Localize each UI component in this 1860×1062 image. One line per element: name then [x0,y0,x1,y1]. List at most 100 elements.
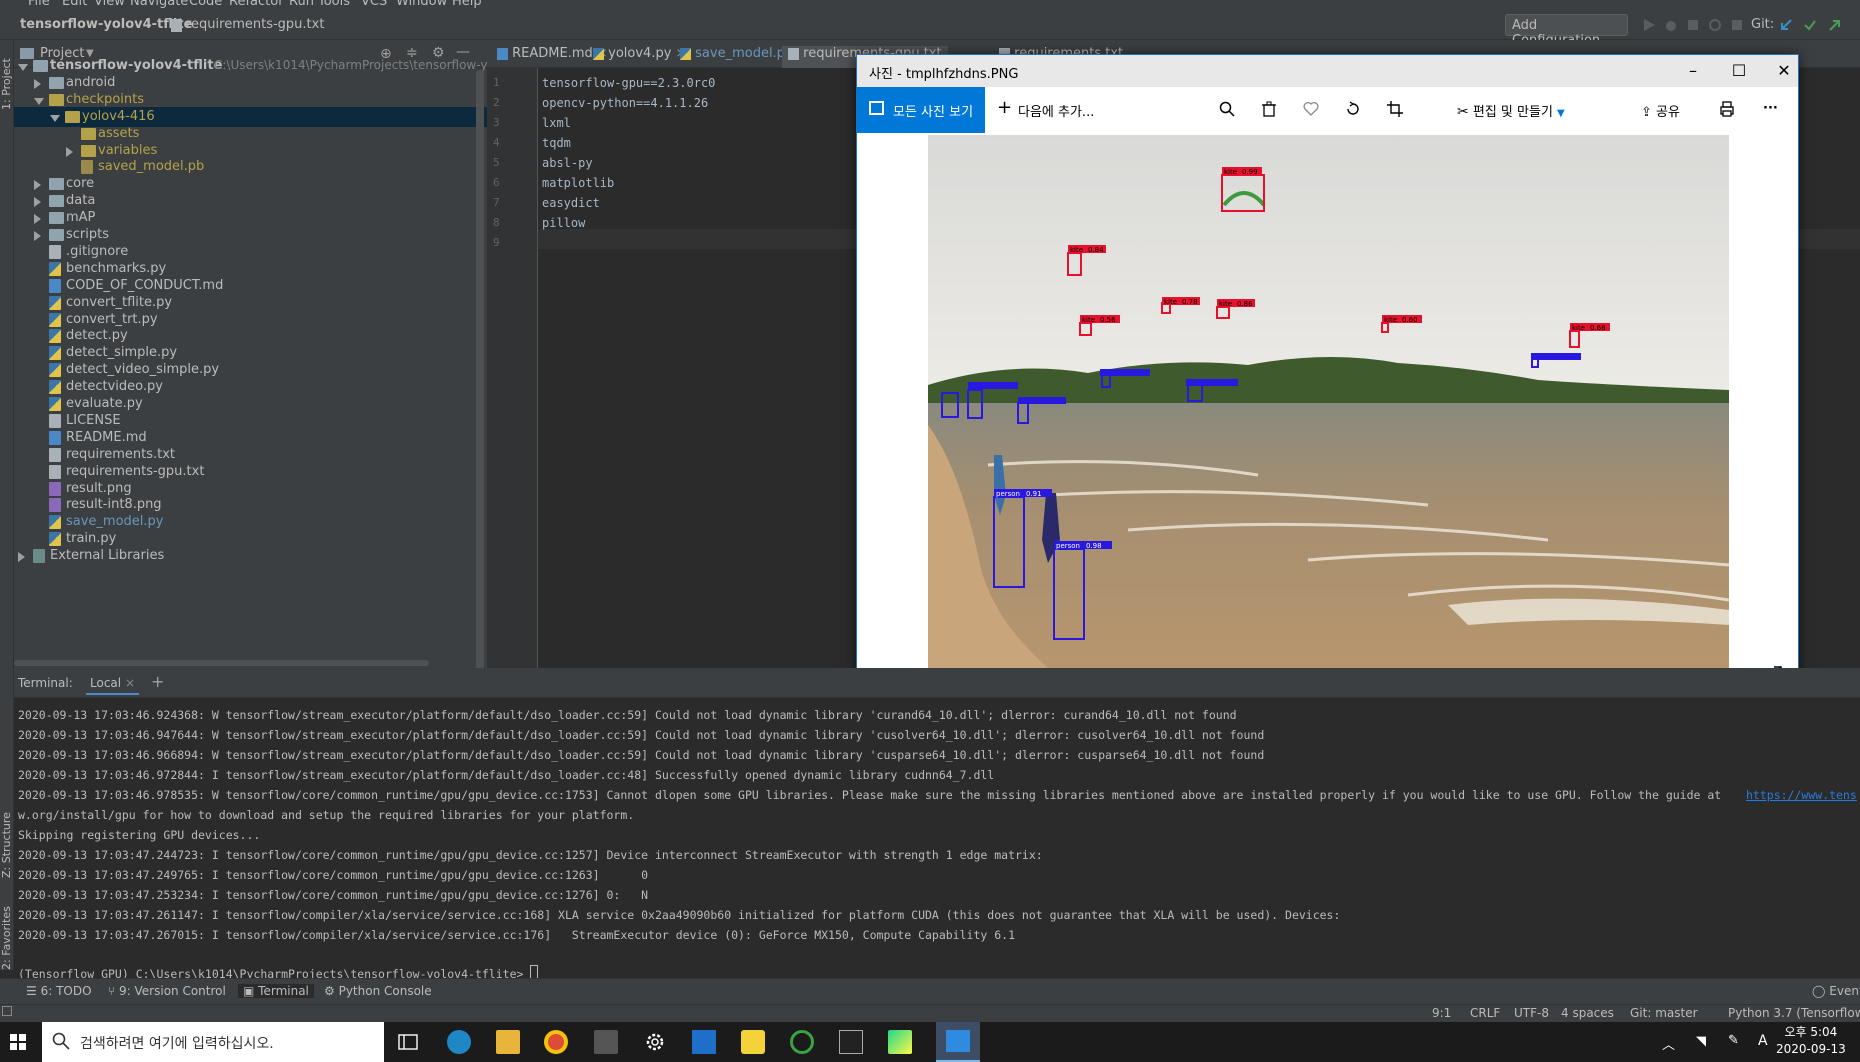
sync-app-icon[interactable] [790,1030,814,1054]
debug-icon[interactable] [1664,18,1678,32]
mail-icon[interactable] [692,1030,716,1054]
tree-item[interactable]: External Libraries [14,546,487,566]
expand-arrow-icon[interactable] [18,64,28,71]
kakaotalk-icon[interactable] [741,1030,765,1054]
menu-window[interactable]: Window [396,0,447,9]
collapse-arrow-icon[interactable] [34,231,41,241]
breadcrumb-project[interactable]: tensorflow-yolov4-tflite [20,17,192,32]
code-line[interactable]: matplotlib [542,176,614,190]
photos-taskbar-button[interactable] [936,1022,980,1062]
code-line[interactable]: tensorflow-gpu==2.3.0rc0 [542,76,715,90]
chevron-up-icon[interactable]: ︿ [1662,1034,1675,1053]
menu-edit[interactable]: Edit [62,0,87,9]
settings-icon[interactable] [643,1030,667,1054]
taskbar-search-box[interactable]: 검색하려면 여기에 입력하십시오. [42,1022,384,1062]
pen-icon[interactable]: ✎ [1728,1033,1739,1048]
tab-readme[interactable]: README.md × [497,46,608,61]
print-icon[interactable] [1719,101,1735,121]
project-tool-tab[interactable]: 1: Project [0,48,14,110]
all-photos-button[interactable]: 모든 사진 보기 [857,87,985,133]
coverage-icon[interactable] [1686,18,1700,32]
git-commit-icon[interactable] [1803,18,1817,32]
microsoft-store-icon[interactable] [594,1030,618,1054]
project-vertical-scrollbar[interactable] [476,70,484,670]
file-explorer-icon[interactable] [496,1030,520,1054]
new-terminal-icon[interactable]: + [151,672,164,691]
todo-tab[interactable]: ☰ 6: TODO [26,984,92,998]
rotate-icon[interactable] [1345,101,1361,121]
network-icon[interactable]: ◥ [1696,1034,1706,1049]
close-icon[interactable]: ✕ [1774,61,1794,81]
terminal-link[interactable]: https://www.tens [1746,788,1857,802]
add-to-button[interactable]: 다음에 추가... [1018,101,1094,120]
zoom-icon[interactable] [1219,101,1235,121]
detection-result-image[interactable]: kite 0.99 kite 0.84 kite 0.78 kite 0.86 [928,135,1729,668]
plus-icon[interactable]: + [997,97,1012,118]
delete-icon[interactable] [1261,101,1277,121]
git-update-icon[interactable] [1779,18,1793,32]
tab-local[interactable]: Local × [86,676,139,695]
cursor-position[interactable]: 9:1 [1432,1006,1451,1020]
menu-file[interactable]: File [28,0,50,9]
profile-icon[interactable] [1708,18,1722,32]
collapse-arrow-icon[interactable] [34,180,41,191]
code-line[interactable]: pillow [542,216,585,230]
collapse-arrow-icon[interactable] [18,552,25,563]
add-configuration-button[interactable]: Add Configuration... [1505,14,1628,48]
git-push-icon[interactable] [1827,18,1841,32]
menu-vcs[interactable]: VCS [361,0,387,9]
pycharm-icon[interactable] [888,1030,912,1054]
task-view-icon[interactable] [396,1030,420,1054]
edge-browser-icon[interactable] [447,1030,471,1054]
menu-view[interactable]: View [94,0,125,9]
expand-arrow-icon[interactable] [50,114,60,122]
run-icon[interactable] [1642,18,1656,32]
edit-create-button[interactable]: ✂ 편집 및 만들기 ▼ [1457,101,1565,120]
layout-icon[interactable] [2,1006,12,1016]
version-control-tab[interactable]: ⑂ 9: Version Control [108,984,226,998]
git-branch[interactable]: Git: master [1630,1006,1698,1020]
chrome-browser-icon[interactable] [544,1030,568,1054]
menu-refactor[interactable]: Refactor [229,0,284,9]
menu-code[interactable]: Code [189,0,222,9]
event-log-tab[interactable]: ◯ Event [1812,984,1860,998]
maximize-icon[interactable]: ☐ [1729,61,1749,81]
favorite-icon[interactable] [1303,101,1319,121]
command-prompt-icon[interactable] [839,1030,863,1054]
minimize-icon[interactable]: – [1683,61,1703,81]
expand-arrow-icon[interactable] [34,97,44,105]
collapse-arrow-icon[interactable] [34,78,41,89]
input-method-indicator[interactable]: A [1758,1033,1768,1049]
structure-tool-tab[interactable]: Z: Structure [0,798,14,878]
menu-help[interactable]: Help [452,0,482,9]
more-options-button[interactable]: ··· [1763,101,1778,116]
code-line[interactable]: opencv-python==4.1.1.26 [542,96,708,110]
python-console-tab[interactable]: ⚙ Python Console [324,984,432,998]
crop-icon[interactable] [1387,101,1403,121]
tab-yolov4[interactable]: yolov4.py × [593,46,686,61]
taskbar-clock[interactable]: 오후 5:04 2020-09-13 [1776,1024,1846,1058]
collapse-arrow-icon[interactable] [34,214,41,225]
code-line[interactable]: easydict [542,196,600,210]
close-icon[interactable]: × [125,676,135,690]
indent-setting[interactable]: 4 spaces [1561,1006,1614,1020]
code-line[interactable]: tqdm [542,136,571,150]
collapse-arrow-icon[interactable] [66,146,73,157]
stop-icon[interactable] [1730,18,1744,32]
breadcrumb-file[interactable]: requirements-gpu.txt [186,17,324,32]
project-horizontal-scrollbar[interactable] [14,660,429,666]
terminal-tab[interactable]: ▣ Terminal [238,984,314,998]
python-interpreter[interactable]: Python 3.7 (Tensorflow_GPU) [1728,1006,1860,1020]
photos-title-bar[interactable]: 사진 - tmplhfzhdns.PNG – ☐ ✕ [857,55,1798,87]
file-encoding[interactable]: UTF-8 [1514,1006,1549,1020]
menu-navigate[interactable]: Navigate [130,0,188,9]
favorites-tool-tab[interactable]: 2: Favorites [0,890,14,970]
collapse-arrow-icon[interactable] [34,197,41,208]
menu-run[interactable]: Run [289,0,314,9]
menu-tools[interactable]: Tools [318,0,350,9]
windows-start-icon[interactable] [10,1034,26,1054]
share-button[interactable]: ⇪ 공유 [1641,101,1680,120]
code-line[interactable]: lxml [542,116,571,130]
line-separator[interactable]: CRLF [1470,1006,1500,1020]
code-line[interactable]: absl-py [542,156,593,170]
